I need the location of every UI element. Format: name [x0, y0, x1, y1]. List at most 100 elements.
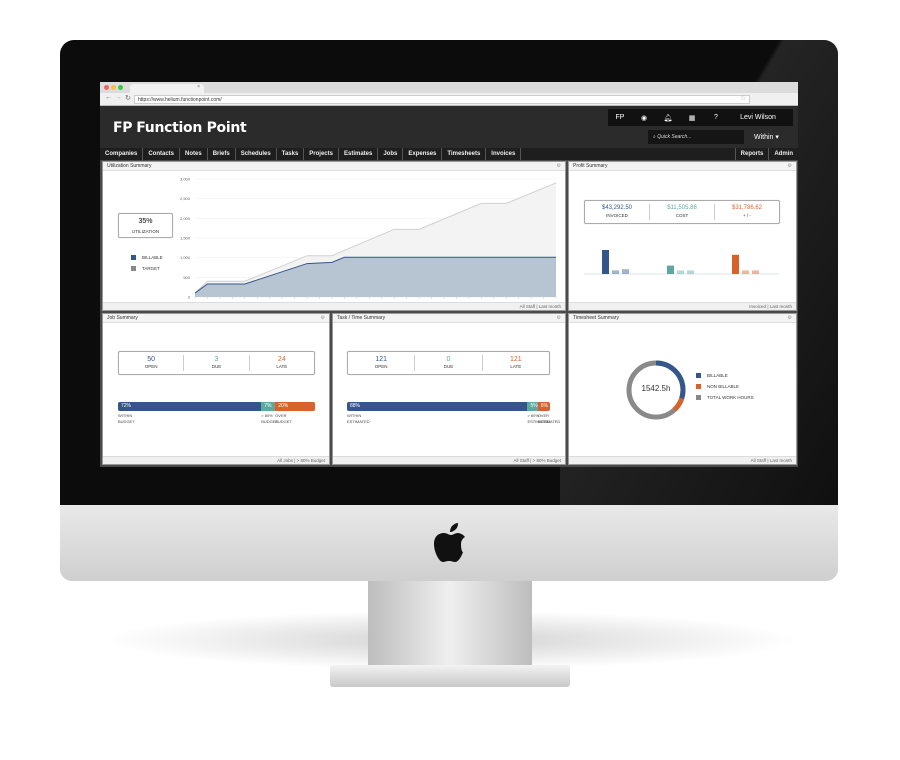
panel-header: Timesheet Summary ⚙	[569, 314, 796, 323]
bell-icon[interactable]: 🔔︎	[656, 114, 680, 122]
panel-header: Task / Time Summary ⚙	[333, 314, 565, 323]
monitor-stand	[368, 581, 532, 670]
panel-title: Job Summary	[107, 315, 138, 321]
browser-tab[interactable]: ×	[130, 84, 204, 93]
bar-segment-label: WITHIN ESTIMATED	[347, 413, 370, 424]
filter-staff[interactable]: All Staff	[751, 458, 766, 463]
back-icon[interactable]: ←	[105, 94, 112, 101]
gear-icon[interactable]: ⚙	[557, 162, 561, 171]
profit-bar	[687, 270, 694, 274]
panel-title: Task / Time Summary	[337, 315, 386, 321]
filter-staff[interactable]: All Staff	[520, 304, 535, 309]
bar-segment-label: OVER ESTIMATED	[537, 413, 561, 424]
legend-total-hours: TOTAL WORK HOURS	[696, 395, 754, 400]
bar-segment-label: OVER BUDGET	[275, 413, 292, 424]
diff-value: $31,786.62	[731, 205, 763, 211]
nav-reports[interactable]: Reports	[734, 148, 770, 160]
address-bar: ← → ↻ https://www.helium.functionpoint.c…	[100, 93, 798, 106]
legend-target: TARGET	[131, 266, 160, 271]
forward-icon[interactable]: →	[115, 94, 122, 101]
panel-footer: All Staff | Last month	[569, 456, 796, 464]
nav-admin[interactable]: Admin	[769, 148, 798, 160]
gear-icon[interactable]: ⚙	[321, 314, 325, 323]
help-icon[interactable]: ?	[704, 114, 728, 121]
bar-segment: 5%	[527, 402, 538, 411]
panel-footer: All Staff | Last month	[103, 302, 565, 310]
nav-schedules[interactable]: Schedules	[236, 148, 277, 160]
non-billable-swatch	[696, 384, 701, 389]
profit-bar	[602, 250, 609, 274]
maximize-window-icon[interactable]	[118, 85, 123, 90]
panel-title: Profit Summary	[573, 163, 608, 169]
apple-logo-icon	[432, 522, 468, 564]
target-swatch	[131, 266, 136, 271]
gear-icon[interactable]: ⚙	[557, 314, 561, 323]
filter-budget[interactable]: > 80% Budget	[533, 458, 561, 463]
total-hours: 1542.5h	[641, 384, 671, 393]
filter-period[interactable]: Last month	[770, 304, 792, 309]
filter-budget[interactable]: > 80% Budget	[297, 458, 325, 463]
legend-label: BILLABLE	[707, 373, 728, 378]
calendar-icon[interactable]: ▦	[680, 114, 704, 122]
app-header: FP Function Point FP ◉ 🔔︎ ▦ ? Levi Wilson…	[100, 106, 798, 148]
filter-period[interactable]: Last month	[770, 458, 792, 463]
gear-icon[interactable]: ⚙	[788, 314, 792, 323]
bar-segment: 72%	[118, 402, 262, 411]
filter-staff[interactable]: All Staff	[513, 458, 528, 463]
open-label: OPEN	[374, 364, 388, 369]
panel-footer: All Staff | > 80% Budget	[333, 456, 565, 464]
y-tick-label: 0	[188, 295, 191, 300]
within-dropdown[interactable]: Within ▾	[754, 133, 779, 141]
nav-expenses[interactable]: Expenses	[403, 148, 443, 160]
tab-close-icon[interactable]: ×	[197, 84, 200, 90]
nav-notes[interactable]: Notes	[180, 148, 208, 160]
nav-companies[interactable]: Companies	[100, 148, 144, 160]
profit-bar	[752, 270, 759, 274]
due-label: DUE	[211, 364, 222, 369]
user-toolbar: FP ◉ 🔔︎ ▦ ? Levi Wilson	[608, 109, 793, 126]
fp-logo-mark: FP	[113, 120, 133, 136]
late-label: LATE	[510, 364, 522, 369]
estimate-bar: 88% 5% 6%	[347, 402, 550, 411]
utilization-panel: Utilization Summary ⚙ 35% UTILIZATION BIL…	[102, 161, 566, 311]
quick-search-input[interactable]: ⌕ Quick Search...	[648, 130, 744, 144]
late-label: LATE	[276, 364, 288, 369]
profit-bar-chart	[584, 250, 779, 275]
nav-projects[interactable]: Projects	[304, 148, 339, 160]
minimize-window-icon[interactable]	[111, 85, 116, 90]
fp-icon[interactable]: FP	[608, 114, 632, 121]
nav-invoices[interactable]: Invoices	[486, 148, 522, 160]
close-window-icon[interactable]	[104, 85, 109, 90]
legend-label: TOTAL WORK HOURS	[707, 395, 754, 400]
nav-timesheets[interactable]: Timesheets	[442, 148, 487, 160]
billable-swatch	[131, 255, 136, 260]
user-name[interactable]: Levi Wilson	[728, 114, 788, 121]
nav-jobs[interactable]: Jobs	[378, 148, 404, 160]
filter-period[interactable]: Last month	[539, 304, 561, 309]
job-summary-panel: Job Summary ⚙ 50 OPEN 3 DUE 24 LATE 72% 7% 20%…	[102, 313, 330, 465]
app-logo[interactable]: FP Function Point	[113, 120, 247, 136]
task-stats: 121 OPEN 0 DUE 121 LATE	[347, 351, 550, 375]
monitor-stand-foot	[330, 665, 570, 687]
filter-jobs[interactable]: All Jobs	[277, 458, 293, 463]
reload-icon[interactable]: ↻	[125, 94, 131, 102]
legend-label: BILLABLE	[142, 255, 163, 260]
nav-estimates[interactable]: Estimates	[339, 148, 379, 160]
legend-billable: BILLABLE	[131, 255, 163, 260]
nav-tasks[interactable]: Tasks	[277, 148, 305, 160]
filter-type[interactable]: Invoiced	[749, 304, 766, 309]
profit-bar	[742, 270, 749, 274]
dashboard-icon[interactable]: ◉	[632, 114, 656, 122]
invoiced-label: INVOICED	[606, 213, 628, 218]
url-input[interactable]: https://www.helium.functionpoint.com/	[134, 95, 750, 104]
due-value: 3	[214, 356, 219, 363]
app-title: Function Point	[136, 120, 247, 136]
nav-briefs[interactable]: Briefs	[208, 148, 236, 160]
panel-title: Timesheet Summary	[573, 315, 619, 321]
browser-window: × ← → ↻ https://www.helium.functionpoint…	[100, 82, 798, 467]
nav-contacts[interactable]: Contacts	[143, 148, 181, 160]
legend-label: NON BILLABLE	[707, 384, 740, 389]
panel-header: Utilization Summary ⚙	[103, 162, 565, 171]
gear-icon[interactable]: ⚙	[788, 162, 792, 171]
bookmark-star-icon[interactable]: ☆	[740, 94, 746, 102]
